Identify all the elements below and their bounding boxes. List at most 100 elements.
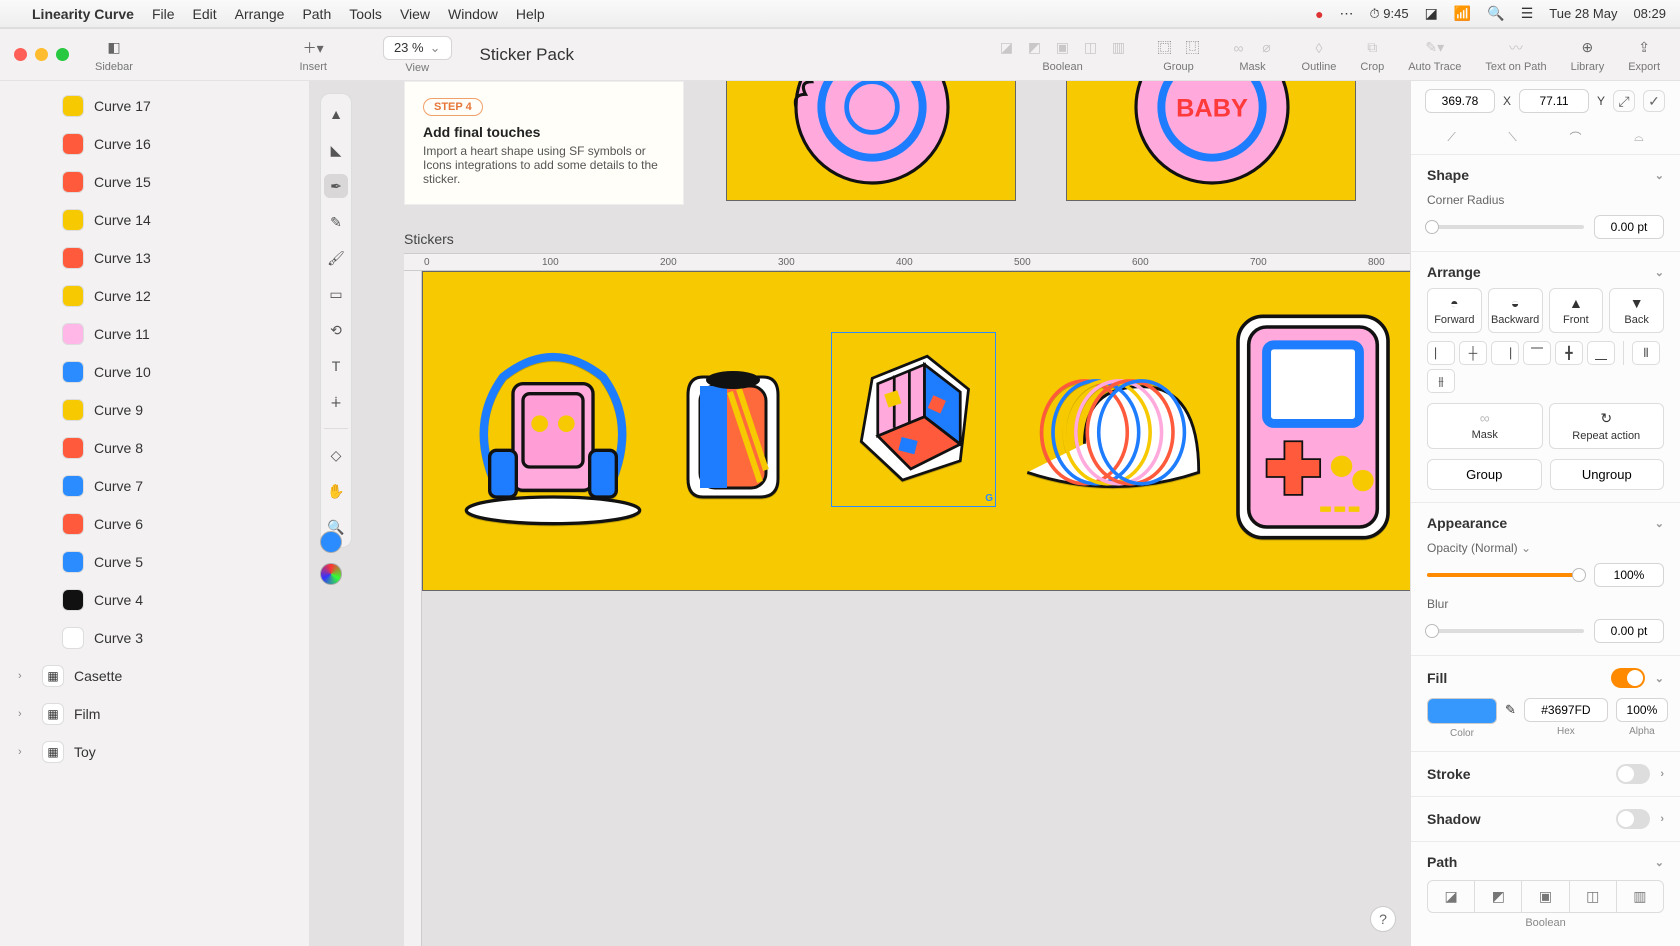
text-tool[interactable]: T — [324, 354, 348, 378]
canvas[interactable]: STEP 4 Add final touches Import a heart … — [366, 81, 1410, 946]
menu-path[interactable]: Path — [302, 6, 331, 22]
chevron-down-icon[interactable]: ⌄ — [1655, 169, 1664, 182]
distribute-v[interactable]: ⫵ — [1427, 369, 1455, 393]
artboard-top-2[interactable]: BABY — [1066, 81, 1356, 201]
shape-tool[interactable]: ▭ — [324, 282, 348, 306]
stroke-toggle[interactable] — [1616, 764, 1650, 784]
boolean-exclude-button[interactable]: ◫ — [1080, 37, 1102, 59]
blur-input[interactable] — [1594, 619, 1664, 643]
node-type-3[interactable]: ⌒ — [1569, 129, 1581, 146]
node-type-4[interactable]: ⌓ — [1634, 130, 1644, 145]
menu-help[interactable]: Help — [516, 6, 545, 22]
select-tool[interactable]: ▲ — [324, 102, 348, 126]
backward-button[interactable]: ◒Backward — [1488, 288, 1543, 333]
fill-swatch[interactable] — [320, 531, 342, 553]
outline-button[interactable]: ◊ — [1308, 37, 1330, 59]
hex-input[interactable] — [1524, 698, 1608, 722]
eraser-tool[interactable]: ◇ — [324, 443, 348, 467]
record-indicator-icon[interactable]: ● — [1315, 6, 1323, 22]
path-intersect[interactable]: ▣ — [1522, 881, 1569, 912]
insert-button[interactable]: ＋▾ — [302, 37, 324, 59]
corner-radius-slider[interactable] — [1427, 225, 1584, 229]
boolean-intersect-button[interactable]: ▣ — [1052, 37, 1074, 59]
path-subtract[interactable]: ◩ — [1475, 881, 1522, 912]
chevron-down-icon[interactable]: ⌄ — [1655, 672, 1664, 685]
path-exclude[interactable]: ◫ — [1570, 881, 1617, 912]
chevron-down-icon[interactable]: ⌄ — [1655, 856, 1664, 869]
corner-radius-input[interactable] — [1594, 215, 1664, 239]
align-top[interactable]: ⎺ — [1523, 341, 1551, 365]
stickers-artboard[interactable]: G — [422, 271, 1410, 591]
app-name[interactable]: Linearity Curve — [32, 6, 134, 22]
minimize-button[interactable] — [35, 48, 48, 61]
brush-tool[interactable]: 🖌 — [324, 246, 348, 270]
path-union[interactable]: ◪ — [1428, 881, 1475, 912]
layer-item[interactable]: Curve 16 — [8, 125, 301, 163]
layer-item[interactable]: Curve 4 — [8, 581, 301, 619]
sidebar-toggle-button[interactable]: ◧ — [103, 37, 125, 59]
export-button[interactable]: ⇪ — [1633, 37, 1655, 59]
menu-arrange[interactable]: Arrange — [235, 6, 285, 22]
pencil-tool[interactable]: ✎ — [324, 210, 348, 234]
layer-item[interactable]: Curve 3 — [8, 619, 301, 657]
align-hcenter[interactable]: ┼ — [1459, 341, 1487, 365]
chevron-right-icon[interactable]: › — [1660, 813, 1664, 825]
chevron-down-icon[interactable]: ⌄ — [1655, 517, 1664, 530]
zoom-button[interactable] — [56, 48, 69, 61]
sticker-walkman[interactable] — [453, 322, 653, 532]
artboard-top-1[interactable] — [726, 81, 1016, 201]
sticker-rubik[interactable] — [831, 332, 996, 507]
text-on-path-button[interactable]: 〰 — [1505, 37, 1527, 59]
mask-button[interactable]: ∞ — [1228, 37, 1250, 59]
battery-icon[interactable]: ◪ — [1425, 5, 1438, 22]
anchor-tool[interactable]: ∔ — [324, 390, 348, 414]
layer-item[interactable]: Curve 10 — [8, 353, 301, 391]
library-button[interactable]: ⊕ — [1576, 37, 1598, 59]
layer-item[interactable]: Curve 9 — [8, 391, 301, 429]
confirm-button[interactable]: ✓ — [1643, 90, 1665, 112]
layer-item[interactable]: Curve 8 — [8, 429, 301, 467]
overflow-icon[interactable]: ⋯ — [1340, 5, 1354, 22]
edit-path-button[interactable]: ⤢ — [1613, 90, 1635, 112]
autotrace-button[interactable]: ✎▾ — [1424, 37, 1446, 59]
layer-group[interactable]: ›▦Casette — [8, 657, 301, 695]
layer-item[interactable]: Curve 5 — [8, 543, 301, 581]
close-button[interactable] — [14, 48, 27, 61]
path-divide[interactable]: ▥ — [1617, 881, 1663, 912]
x-input[interactable] — [1425, 89, 1495, 113]
ungroup-action-button[interactable]: Ungroup — [1550, 459, 1665, 490]
chevron-down-icon[interactable]: ⌄ — [1655, 266, 1664, 279]
align-right[interactable]: ⎹ — [1491, 341, 1519, 365]
stroke-swatch[interactable] — [320, 563, 342, 585]
fill-toggle[interactable] — [1611, 668, 1645, 688]
menu-window[interactable]: Window — [448, 6, 498, 22]
wifi-icon[interactable]: 📶 — [1454, 5, 1471, 22]
crop-button[interactable]: ⧉ — [1361, 37, 1383, 59]
menu-view[interactable]: View — [400, 6, 430, 22]
align-vcenter[interactable]: ╋ — [1555, 341, 1583, 365]
layer-item[interactable]: Curve 12 — [8, 277, 301, 315]
menubar-time[interactable]: 08:29 — [1633, 6, 1666, 21]
group-action-button[interactable]: Group — [1427, 459, 1542, 490]
chevron-right-icon[interactable]: › — [1660, 768, 1664, 780]
repeat-action[interactable]: ↻Repeat action — [1549, 403, 1665, 449]
fill-color-swatch[interactable] — [1427, 698, 1497, 724]
zoom-dropdown[interactable]: 23 %⌄ — [383, 36, 452, 60]
blur-slider[interactable] — [1427, 629, 1584, 633]
sticker-gameboy[interactable] — [1223, 302, 1403, 552]
align-bottom[interactable]: ⎽ — [1587, 341, 1615, 365]
menubar-date[interactable]: Tue 28 May — [1549, 6, 1617, 21]
unmask-button[interactable]: ⌀ — [1256, 37, 1278, 59]
layer-group[interactable]: ›▦Toy — [8, 733, 301, 771]
lasso-tool[interactable]: ⟲ — [324, 318, 348, 342]
help-button[interactable]: ? — [1370, 906, 1396, 932]
distribute-h[interactable]: ⫴ — [1632, 341, 1660, 365]
y-input[interactable] — [1519, 89, 1589, 113]
mask-action[interactable]: ∞Mask — [1427, 403, 1543, 449]
opacity-slider[interactable] — [1427, 573, 1584, 577]
direct-select-tool[interactable]: ◣ — [324, 138, 348, 162]
node-type-2[interactable]: ⟍ — [1508, 130, 1516, 145]
align-left[interactable]: ⎸ — [1427, 341, 1455, 365]
layer-item[interactable]: Curve 15 — [8, 163, 301, 201]
layer-item[interactable]: Curve 13 — [8, 239, 301, 277]
